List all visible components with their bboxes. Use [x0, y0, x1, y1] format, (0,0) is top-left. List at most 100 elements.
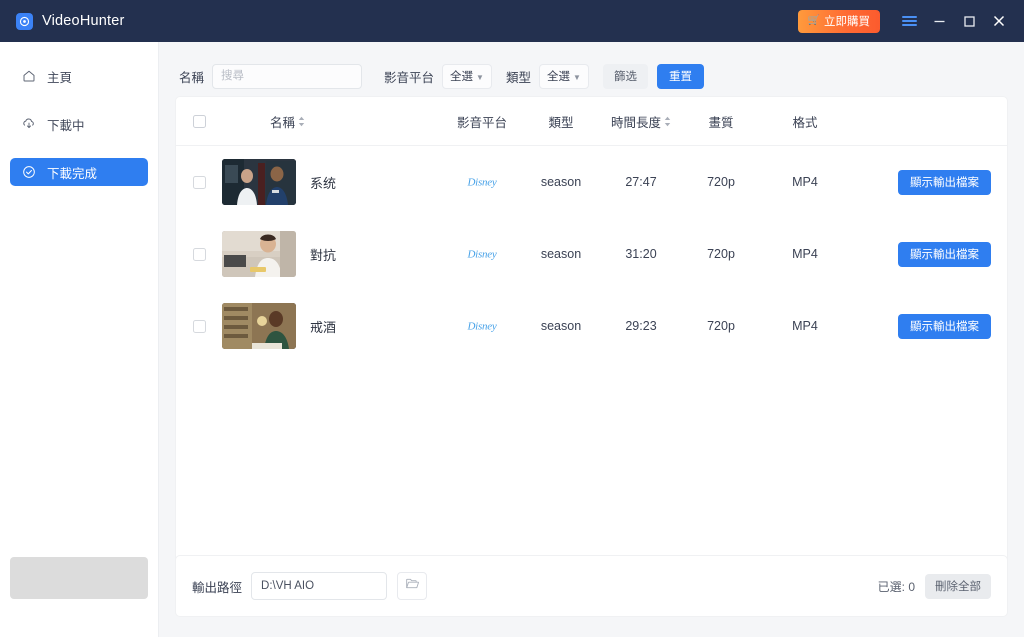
- close-icon[interactable]: [984, 5, 1014, 37]
- name-filter-label: 名稱: [179, 70, 205, 85]
- sidebar-promo-placeholder: [10, 557, 148, 599]
- selected-count: 已選: 0: [877, 579, 915, 594]
- app-title: VideoHunter: [42, 13, 125, 29]
- sidebar-item-downloading[interactable]: 下載中: [10, 110, 148, 138]
- row-platform-cell: Disney: [441, 244, 523, 264]
- row-type-cell: season: [540, 175, 582, 189]
- svg-text:Disney: Disney: [466, 249, 496, 261]
- row-platform-cell: Disney: [441, 316, 523, 336]
- disney-plus-logo-icon: Disney: [466, 321, 497, 333]
- chevron-down-icon: ▼: [573, 72, 581, 82]
- row-action-cell: 顯示輸出檔案: [851, 169, 1007, 195]
- main-content: 名稱 影音平台 全選 ▼ 類型 全選 ▼ 篩选 重置 名稱: [159, 42, 1024, 637]
- home-icon: [21, 69, 36, 84]
- row-quality-cell: 720p: [707, 319, 735, 333]
- search-input[interactable]: [212, 63, 363, 89]
- video-thumbnail: [222, 159, 296, 205]
- type-select-value: 全選: [547, 71, 571, 83]
- video-thumbnail: [222, 231, 296, 277]
- row-select-cell: [176, 247, 222, 261]
- header-type: 類型: [548, 115, 574, 130]
- apply-filter-button[interactable]: 篩选: [603, 63, 649, 89]
- row-select-cell: [176, 319, 222, 333]
- delete-all-button[interactable]: 刪除全部: [925, 573, 991, 599]
- disney-plus-logo-icon: Disney: [466, 177, 497, 189]
- hamburger-menu-icon[interactable]: [894, 5, 924, 37]
- row-checkbox[interactable]: [192, 247, 206, 261]
- table-header-row: 名稱 影音平台 類型 時間長度 畫質 格式: [176, 97, 1007, 146]
- type-filter-label: 類型: [506, 70, 532, 85]
- row-quality-cell: 720p: [707, 175, 735, 189]
- row-duration-cell: 29:23: [625, 319, 657, 333]
- platform-filter-label: 影音平台: [384, 70, 435, 85]
- platform-select[interactable]: 全選 ▼: [442, 63, 493, 89]
- app-logo-icon: [16, 12, 33, 30]
- title-bar: VideoHunter 🛒 立即購買: [0, 0, 1024, 42]
- show-output-file-button[interactable]: 顯示輸出檔案: [898, 241, 991, 267]
- video-thumbnail: [222, 303, 296, 349]
- show-output-file-button[interactable]: 顯示輸出檔案: [898, 313, 991, 339]
- sidebar-nav: 主頁 下載中 下載完成: [0, 42, 158, 186]
- table-row[interactable]: 對抗 Disney season 31:20 720p MP4 顯示輸出檔案: [176, 218, 1007, 290]
- row-name-cell: 對抗: [222, 231, 441, 277]
- maximize-icon[interactable]: [954, 5, 984, 37]
- sidebar-item-completed[interactable]: 下載完成: [10, 158, 148, 186]
- row-name-cell: 系统: [222, 159, 441, 205]
- row-format-cell: MP4: [792, 319, 818, 333]
- chevron-down-icon: ▼: [476, 72, 484, 82]
- header-duration-label: 時間長度: [610, 115, 661, 130]
- row-quality-cell: 720p: [707, 247, 735, 261]
- header-duration[interactable]: 時間長度: [599, 112, 683, 131]
- browse-folder-button[interactable]: [397, 572, 428, 600]
- svg-text:Disney: Disney: [466, 321, 496, 333]
- cart-icon: 🛒: [807, 15, 820, 26]
- minimize-icon[interactable]: [924, 5, 954, 37]
- row-duration-cell: 27:47: [625, 175, 657, 189]
- row-name-cell: 戒酒: [222, 303, 441, 349]
- downloads-table: 名稱 影音平台 類型 時間長度 畫質 格式 系统 Disney season 2…: [175, 96, 1008, 576]
- sidebar: 主頁 下載中 下載完成: [0, 42, 159, 637]
- row-checkbox[interactable]: [192, 175, 206, 189]
- table-row[interactable]: 戒酒 Disney season 29:23 720p MP4 顯示輸出檔案: [176, 290, 1007, 362]
- sidebar-item-label: 下載完成: [47, 166, 98, 181]
- folder-open-icon: [405, 576, 420, 596]
- sort-arrows-icon: [298, 116, 305, 127]
- header-name-label: 名稱: [270, 115, 296, 130]
- sidebar-item-home[interactable]: 主頁: [10, 62, 148, 90]
- sort-arrows-icon: [664, 116, 671, 127]
- bottom-bar: 輸出路徑 已選: 0 刪除全部: [175, 555, 1008, 617]
- video-name: 戒酒: [310, 319, 337, 335]
- check-circle-icon: [21, 165, 36, 180]
- row-format-cell: MP4: [792, 247, 818, 261]
- filter-bar: 名稱 影音平台 全選 ▼ 類型 全選 ▼ 篩选 重置: [175, 56, 1008, 96]
- buy-now-button[interactable]: 🛒 立即購買: [797, 9, 880, 33]
- header-format: 格式: [792, 115, 818, 130]
- download-icon: [21, 117, 36, 132]
- row-type-cell: season: [540, 319, 582, 333]
- table-row[interactable]: 系统 Disney season 27:47 720p MP4 顯示輸出檔案: [176, 146, 1007, 218]
- row-type-cell: season: [540, 247, 582, 261]
- video-name: 系统: [310, 175, 337, 191]
- buy-now-label: 立即購買: [824, 16, 870, 28]
- platform-select-value: 全選: [450, 71, 474, 83]
- brand: VideoHunter: [0, 12, 125, 30]
- svg-text:Disney: Disney: [466, 177, 496, 189]
- show-output-file-button[interactable]: 顯示輸出檔案: [898, 169, 991, 195]
- row-action-cell: 顯示輸出檔案: [851, 241, 1007, 267]
- row-checkbox[interactable]: [192, 319, 206, 333]
- header-platform: 影音平台: [456, 115, 507, 130]
- disney-plus-logo-icon: Disney: [466, 249, 497, 261]
- window-controls: 🛒 立即購買: [797, 5, 1024, 37]
- select-all-cell: [176, 114, 222, 128]
- row-format-cell: MP4: [792, 175, 818, 189]
- output-path-label: 輸出路徑: [192, 580, 243, 595]
- header-quality: 畫質: [708, 115, 734, 130]
- header-name[interactable]: 名稱: [222, 112, 441, 131]
- type-select[interactable]: 全選 ▼: [539, 63, 590, 89]
- reset-filter-button[interactable]: 重置: [657, 63, 705, 89]
- output-path-input[interactable]: [251, 572, 388, 600]
- row-platform-cell: Disney: [441, 172, 523, 192]
- select-all-checkbox[interactable]: [192, 114, 206, 128]
- row-duration-cell: 31:20: [625, 247, 657, 261]
- video-name: 對抗: [310, 247, 337, 263]
